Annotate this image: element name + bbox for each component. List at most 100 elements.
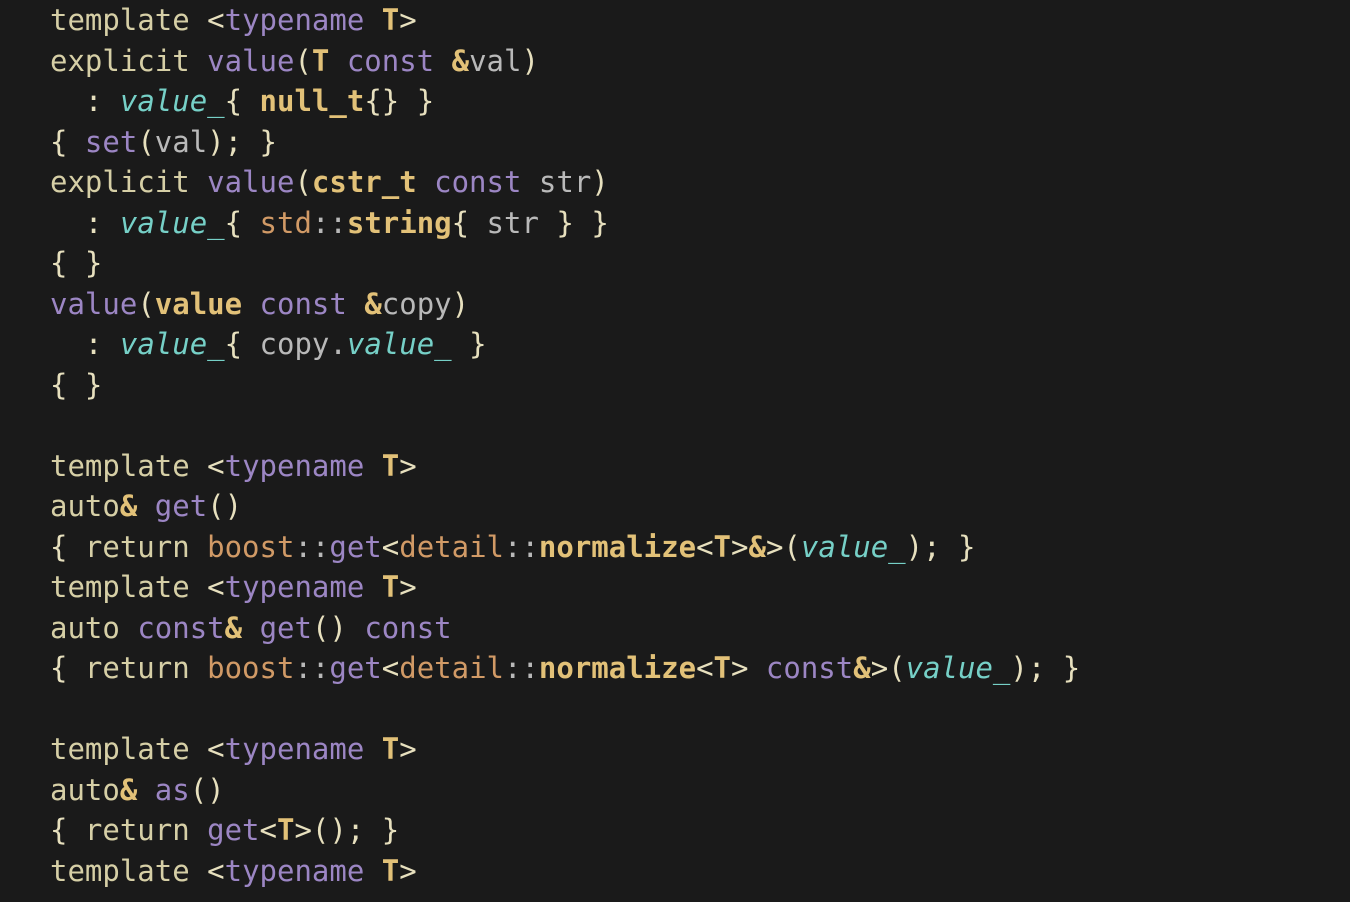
code-token: < xyxy=(207,570,224,604)
code-line[interactable]: : value_{ std::string{ str } } xyxy=(50,206,609,240)
code-line[interactable]: : value_{ copy.value_ } xyxy=(50,327,487,361)
code-token: ) xyxy=(452,287,469,321)
code-token: value_ xyxy=(347,327,452,361)
code-token: string xyxy=(347,206,452,240)
code-token: const xyxy=(137,611,224,645)
code-token: :: xyxy=(312,206,347,240)
code-token: :: xyxy=(294,530,329,564)
code-token: T xyxy=(312,44,347,78)
code-token: copy xyxy=(382,287,452,321)
code-token: const xyxy=(347,44,452,78)
code-token xyxy=(50,206,85,240)
code-token: val xyxy=(155,125,207,159)
code-token: value xyxy=(155,287,260,321)
code-token: template xyxy=(50,570,207,604)
code-token: normalize xyxy=(539,651,696,685)
code-line[interactable]: template <typename T> xyxy=(50,570,417,604)
code-token: { } xyxy=(50,246,102,280)
code-token: > xyxy=(731,651,766,685)
code-token: > xyxy=(399,854,416,888)
code-token: copy xyxy=(260,327,330,361)
code-line[interactable]: auto& as() xyxy=(50,773,225,807)
code-token: ); } xyxy=(207,125,277,159)
code-token: {} } xyxy=(364,84,434,118)
code-token: get xyxy=(207,813,259,847)
code-token: < xyxy=(382,530,399,564)
code-token: { xyxy=(225,84,260,118)
code-token: < xyxy=(207,854,224,888)
code-line[interactable]: { return boost::get<detail::normalize<T>… xyxy=(50,530,975,564)
code-line[interactable]: explicit value(cstr_t const str) xyxy=(50,165,609,199)
code-token: < xyxy=(260,813,277,847)
code-line[interactable]: value(value const &copy) xyxy=(50,287,469,321)
code-line[interactable]: auto const& get() const xyxy=(50,611,452,645)
code-token: get xyxy=(260,611,312,645)
code-token: ); } xyxy=(1010,651,1080,685)
code-token: str xyxy=(539,165,591,199)
code-token: < xyxy=(696,651,713,685)
code-token: typename xyxy=(225,854,382,888)
code-token: detail xyxy=(399,651,504,685)
code-token: T xyxy=(277,813,294,847)
code-token: & xyxy=(853,651,870,685)
code-line[interactable]: { } xyxy=(50,368,102,402)
code-line[interactable]: { set(val); } xyxy=(50,125,277,159)
code-token: value_ xyxy=(120,84,225,118)
code-line[interactable]: { return get<T>(); } xyxy=(50,813,399,847)
code-token: { xyxy=(50,530,85,564)
code-line[interactable]: template <typename T> xyxy=(50,449,417,483)
code-token: { xyxy=(225,206,260,240)
code-token: ); } xyxy=(906,530,976,564)
code-token: & xyxy=(120,489,137,523)
code-token: : xyxy=(85,206,102,240)
code-token: > xyxy=(399,449,416,483)
code-token: : xyxy=(85,84,102,118)
code-token: return xyxy=(85,813,207,847)
code-token: value xyxy=(207,165,294,199)
code-token: typename xyxy=(225,732,382,766)
code-token: typename xyxy=(225,570,382,604)
code-token: & xyxy=(748,530,765,564)
code-token: const xyxy=(434,165,539,199)
code-token: & xyxy=(452,44,469,78)
code-token: detail xyxy=(399,530,504,564)
code-token: >( xyxy=(871,651,906,685)
code-token: () xyxy=(207,489,242,523)
code-token: < xyxy=(207,3,224,37)
code-token xyxy=(137,489,154,523)
code-token: ) xyxy=(591,165,608,199)
code-token xyxy=(102,327,119,361)
code-token: str xyxy=(487,206,539,240)
code-token: value xyxy=(207,44,294,78)
code-line[interactable]: template <typename T> xyxy=(50,854,417,888)
code-line[interactable]: template <typename T> xyxy=(50,732,417,766)
code-token: const xyxy=(364,611,451,645)
code-token: template xyxy=(50,3,207,37)
code-token: :: xyxy=(504,651,539,685)
code-token: get xyxy=(329,530,381,564)
code-token: ) xyxy=(521,44,538,78)
code-token: :: xyxy=(294,651,329,685)
code-editor[interactable]: template <typename T> explicit value(T c… xyxy=(0,0,1350,891)
code-line[interactable]: auto& get() xyxy=(50,489,242,523)
code-token: < xyxy=(207,449,224,483)
code-token: get xyxy=(155,489,207,523)
code-token xyxy=(50,84,85,118)
code-token: return xyxy=(85,651,207,685)
code-token: & xyxy=(120,773,137,807)
code-line[interactable]: template <typename T> xyxy=(50,3,417,37)
code-token: > xyxy=(399,3,416,37)
code-token: T xyxy=(382,854,399,888)
code-token: value xyxy=(50,287,137,321)
code-token: ( xyxy=(294,44,311,78)
code-token: > xyxy=(399,570,416,604)
code-line[interactable]: { return boost::get<detail::normalize<T>… xyxy=(50,651,1080,685)
code-token: value_ xyxy=(120,327,225,361)
code-token: const xyxy=(766,651,853,685)
code-token: as xyxy=(155,773,190,807)
code-line[interactable]: explicit value(T const &val) xyxy=(50,44,539,78)
code-line[interactable]: : value_{ null_t{} } xyxy=(50,84,434,118)
code-token: T xyxy=(382,449,399,483)
code-line[interactable]: { } xyxy=(50,246,102,280)
code-token: T xyxy=(382,732,399,766)
